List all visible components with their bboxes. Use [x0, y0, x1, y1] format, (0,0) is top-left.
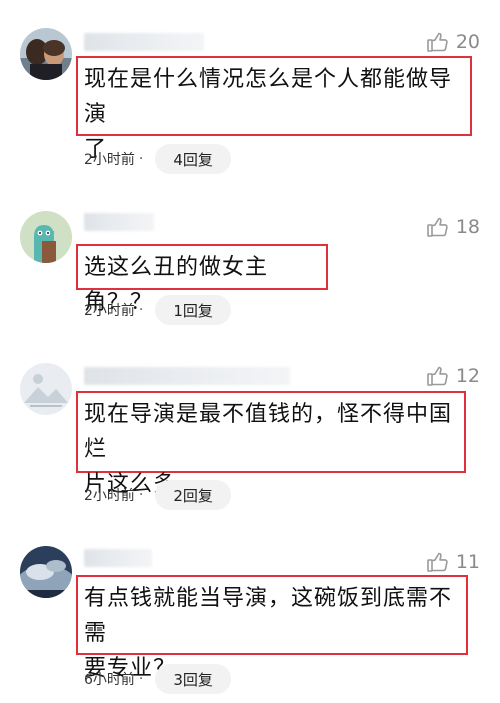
thumbs-up-icon [426, 550, 450, 574]
comment-time: 6小时前 [84, 672, 135, 688]
like-count: 11 [455, 551, 480, 573]
username-blurred [84, 549, 152, 567]
like-button[interactable]: 11 [426, 550, 480, 574]
meta-separator: · [138, 671, 144, 687]
avatar[interactable] [20, 546, 72, 598]
comment-meta: 6小时前 · 3回复 [84, 664, 231, 694]
reply-button[interactable]: 3回复 [155, 664, 231, 694]
comment-item: 11 有点钱就能当导演，这碗饭到底需不需 要专业？ 6小时前 · 3回复 [0, 0, 500, 703]
comment-text: 有点钱就能当导演，这碗饭到底需不需 要专业？ [76, 575, 468, 681]
